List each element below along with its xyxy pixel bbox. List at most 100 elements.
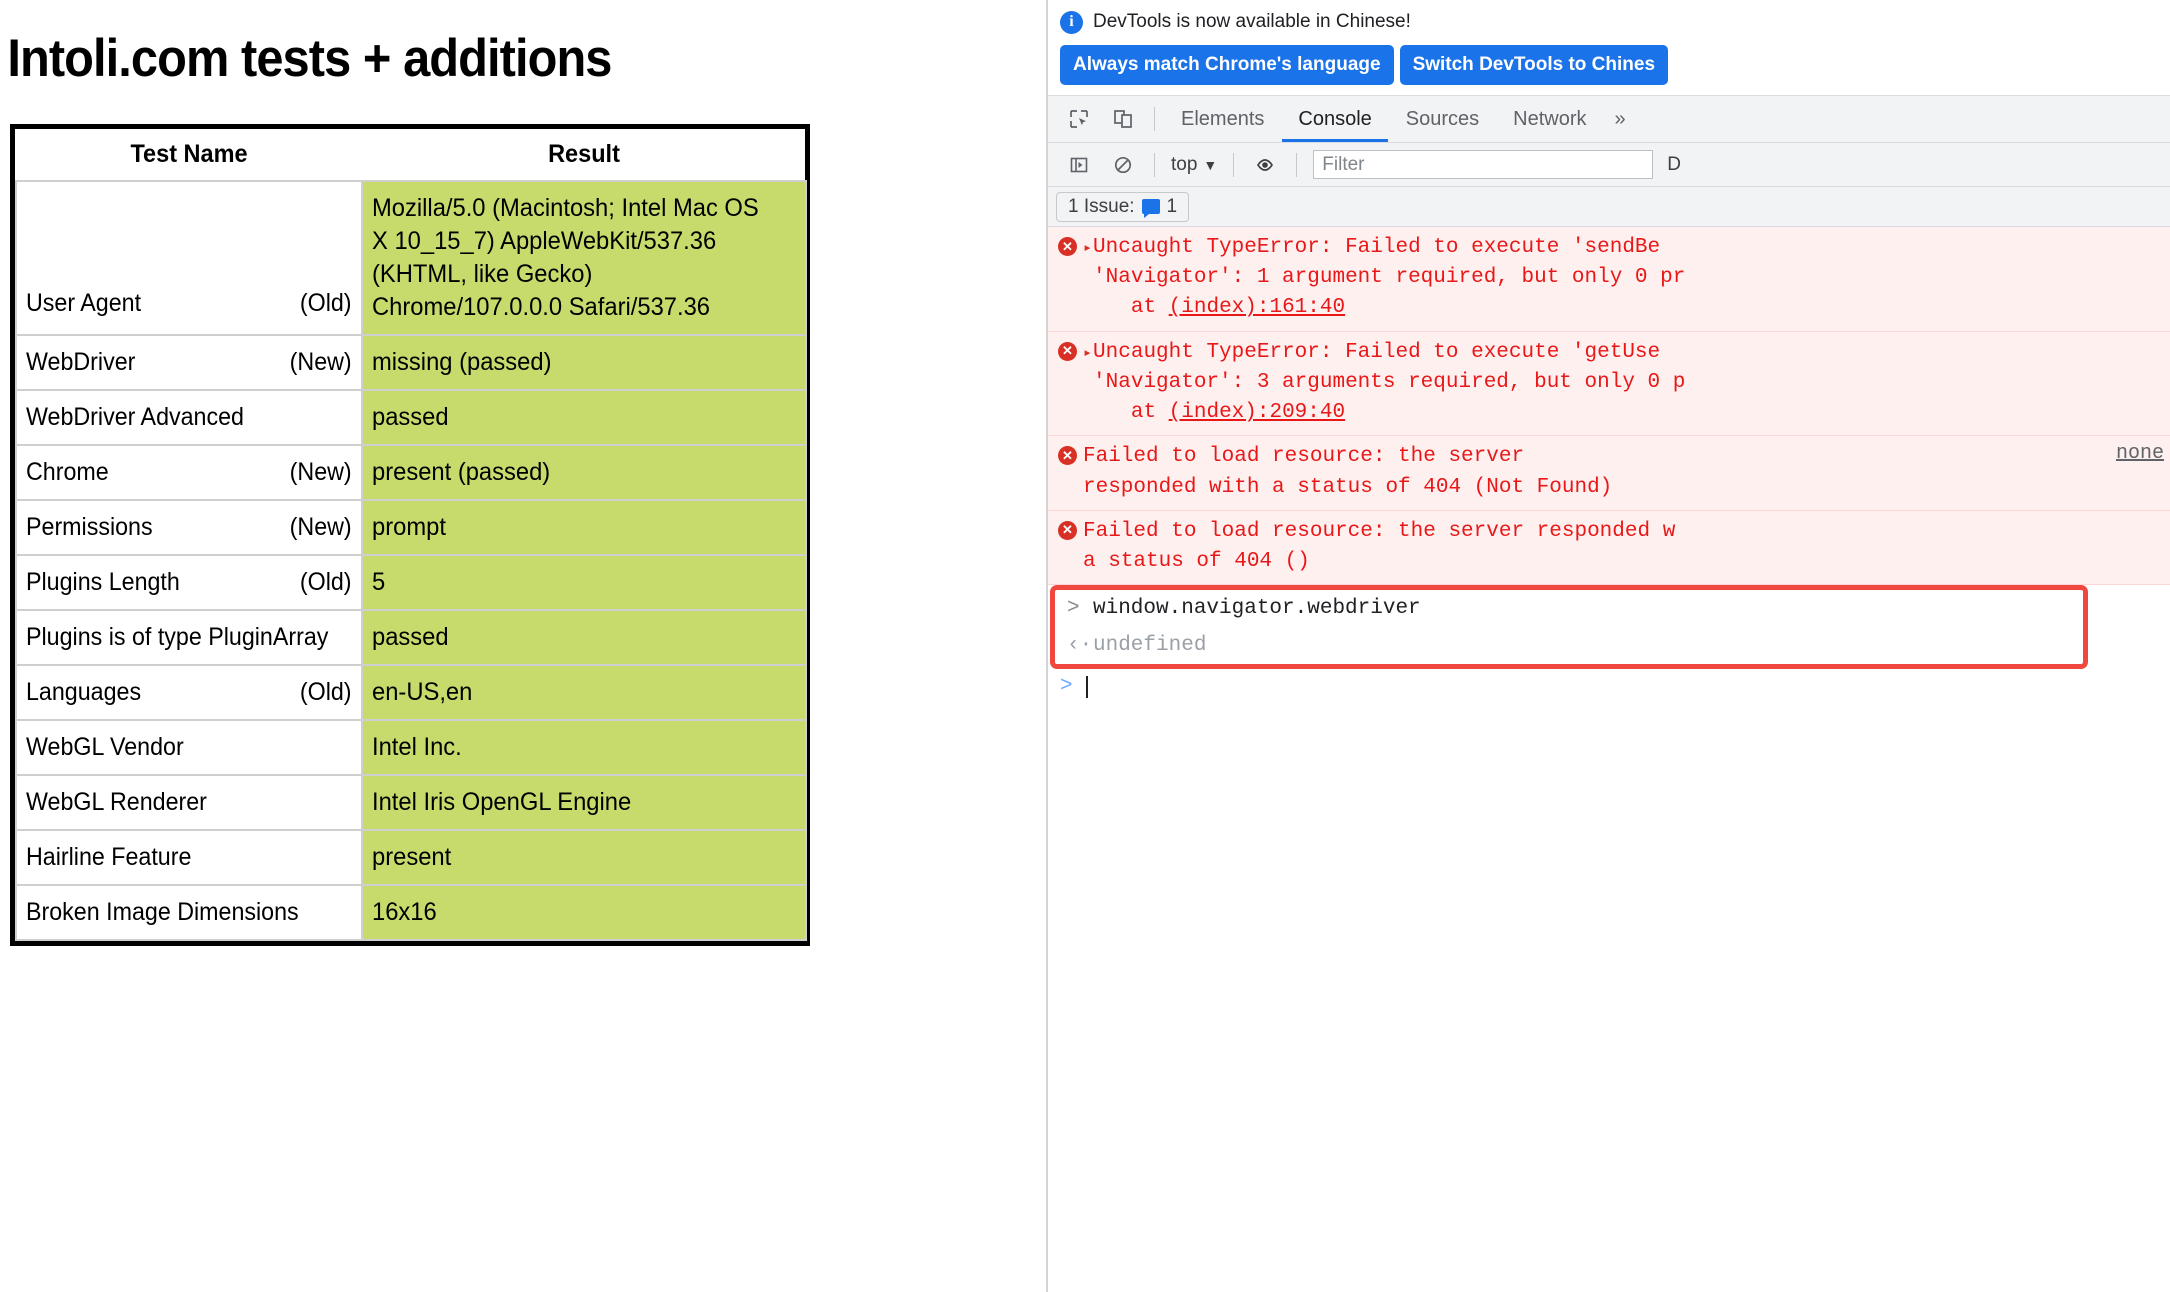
log-levels-selector[interactable]: D [1667,154,1681,176]
tab-network[interactable]: Network [1497,96,1602,142]
chevron-down-icon: ▼ [1203,156,1218,173]
test-name-label: Languages [26,678,142,706]
test-result-value: Mozilla/5.0 (Macintosh; Intel Mac OS X 1… [372,194,759,321]
info-icon: i [1060,10,1083,34]
test-age-label: (Old) [300,568,352,596]
test-name-label: Chrome [26,458,109,486]
table-row: WebGL Renderer Intel Iris OpenGL Engine [15,774,807,831]
devtools-panel: i DevTools is now available in Chinese! … [1046,0,2170,1292]
table-row: Plugins Length (Old) 5 [15,554,807,611]
notice-text: DevTools is now available in Chinese! [1093,11,1411,32]
table-header-row: Test Name Result [16,129,806,181]
test-result-cell: Intel Iris OpenGL Engine [361,774,807,831]
screenshot-root: Intoli.com tests + additions Test Name R… [0,0,2170,1292]
test-name-label: WebGL Vendor [26,733,184,761]
test-result-value: 16x16 [372,898,437,926]
issues-chip[interactable]: 1 Issue: 1 [1056,191,1190,222]
test-name-label: WebGL Renderer [26,788,207,816]
console-error-message[interactable]: ✕ Failed to load resource: the server res… [1048,510,2170,586]
device-toolbar-icon[interactable] [1102,99,1144,139]
test-name-cell: Chrome (New) [15,444,363,501]
issues-label: 1 Issue: [1068,195,1135,217]
test-result-cell: passed [361,389,807,446]
test-name-cell: WebDriver Advanced [15,389,363,446]
live-expression-icon[interactable] [1244,145,1286,185]
console-error-message[interactable]: ✕ ▸ Uncaught TypeError: Failed to execute … [1048,227,2170,332]
test-result-value: missing (passed) [372,348,552,376]
page-title: Intoli.com tests + additions [7,29,612,88]
console-message-text: Uncaught TypeError: Failed to execute 's… [1093,236,1686,320]
error-icon: ✕ [1058,520,1077,540]
filterbar-divider-3 [1296,152,1298,177]
test-result-cell: 16x16 [361,884,807,941]
issues-badge-icon [1141,199,1160,218]
table-row: Plugins is of type PluginArray passed [15,609,807,666]
console-output-text: undefined [1093,634,1207,658]
error-icon: ✕ [1058,446,1077,466]
test-result-cell: present [361,829,807,886]
test-name-label: Plugins Length [26,568,180,596]
filterbar-divider-2 [1233,152,1235,177]
console-filter-input[interactable] [1313,150,1654,179]
table-row: Chrome (New) present (passed) [15,444,807,501]
test-name-label: Hairline Feature [26,843,192,871]
table-row: Broken Image Dimensions 16x16 [15,884,807,941]
test-name-cell: Hairline Feature [15,829,363,886]
source-link[interactable]: (index):209:40 [1169,401,1345,424]
prompt-arrow-icon: > [1060,675,1073,699]
always-match-language-button[interactable]: Always match Chrome's language [1060,45,1394,85]
table-row: Permissions (New) prompt [15,499,807,556]
issues-count: 1 [1166,195,1178,217]
test-result-value: present [372,843,452,871]
column-header-result: Result [375,129,793,181]
switch-devtools-language-button[interactable]: Switch DevTools to Chines [1399,45,1669,85]
test-name-cell: WebDriver (New) [15,334,363,391]
column-header-test-name: Test Name [26,129,352,181]
toolbar-divider [1154,107,1155,131]
tab-console[interactable]: Console [1282,96,1389,142]
console-error-message[interactable]: ✕ Failed to load resource: the server res… [1048,436,2170,511]
test-name-cell: WebGL Renderer [15,774,363,831]
inspect-element-icon[interactable] [1058,99,1100,139]
test-result-value: en-US,en [372,678,473,706]
message-source-link[interactable]: none [2116,442,2164,465]
test-result-value: 5 [372,568,386,596]
test-result-value: passed [372,403,449,431]
expand-arrow-icon[interactable]: ▸ [1083,343,1092,429]
tab-elements[interactable]: Elements [1165,96,1280,142]
test-result-value: present (passed) [372,458,551,486]
table-row: User Agent (Old) Mozilla/5.0 (Macintosh; I… [15,180,807,336]
console-input-line[interactable]: > window.navigator.webdriver [1055,590,2083,627]
input-arrow-icon: > [1067,597,1080,621]
console-filter-bar: top ▼ D [1048,143,2170,187]
console-prompt[interactable]: > [1048,669,2170,704]
test-name-label: WebDriver [26,348,136,376]
expand-arrow-icon[interactable]: ▸ [1083,238,1092,324]
test-name-cell: WebGL Vendor [15,719,363,776]
test-age-label: (New) [289,348,352,376]
table-row: WebDriver Advanced passed [15,389,807,446]
filterbar-divider-1 [1154,152,1155,177]
table-row: Hairline Feature present [15,829,807,886]
test-result-value: Intel Inc. [372,733,462,761]
execution-context-label: top [1171,153,1198,175]
console-message-text: Failed to load resource: the server resp… [1083,445,1613,499]
tab-sources[interactable]: Sources [1390,96,1495,142]
execution-context-selector[interactable]: top ▼ [1165,154,1223,176]
test-result-cell: passed [361,609,807,666]
test-name-label: WebDriver Advanced [26,403,244,431]
test-name-label: Plugins is of type PluginArray [26,623,329,651]
table-row: Languages (Old) en-US,en [15,664,807,721]
source-link[interactable]: (index):161:40 [1169,296,1345,319]
console-error-message[interactable]: ✕ ▸ Uncaught TypeError: Failed to execute … [1048,331,2170,437]
test-result-cell: en-US,en [361,664,807,721]
console-message-text: Uncaught TypeError: Failed to execute 'g… [1093,340,1686,425]
highlighted-console-command: > window.navigator.webdriver ‹· undefined [1050,585,2088,670]
console-sidebar-icon[interactable] [1058,145,1100,185]
test-name-cell: User Agent (Old) [15,180,363,336]
test-result-value: prompt [372,513,446,541]
console-message-list: ✕ ▸ Uncaught TypeError: Failed to execute … [1048,227,2170,1287]
clear-console-icon[interactable] [1102,145,1144,185]
tab-overflow-icon[interactable]: » [1605,108,1636,131]
tests-table: Test Name Result User Agent (Old) Mozilla/… [15,129,807,941]
